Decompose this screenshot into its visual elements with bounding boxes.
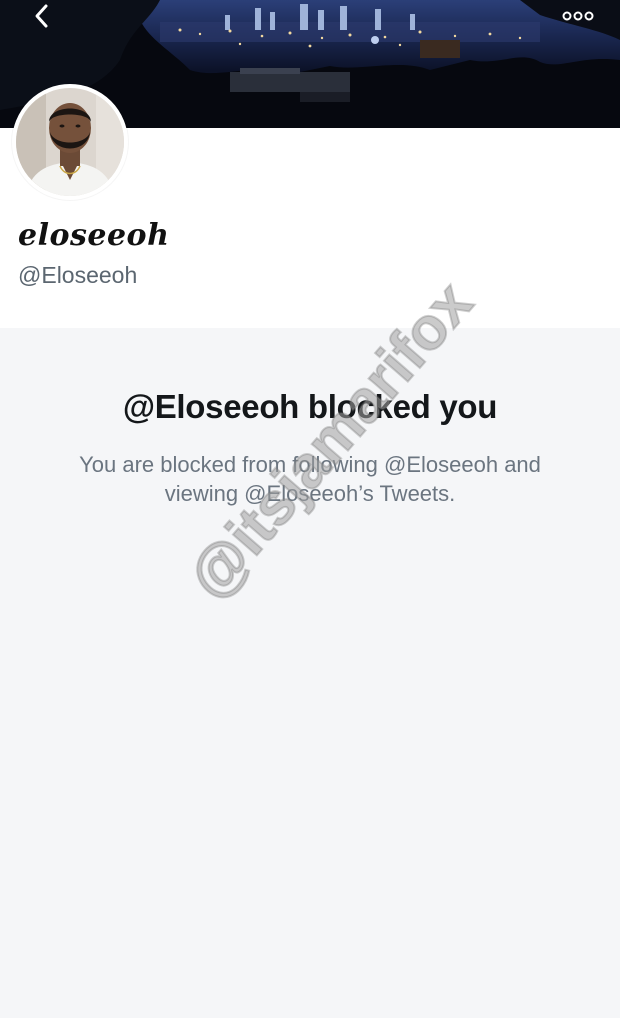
blocked-description-line-1: You are blocked from following @Eloseeoh… [79,452,541,477]
chevron-left-icon [35,4,48,28]
username-handle: @Eloseeoh [18,262,138,288]
blocked-title: @Eloseeoh blocked you [122,388,498,425]
avatar[interactable] [12,84,128,200]
profile-photo [16,88,124,196]
more-options-button[interactable] [562,2,594,30]
blocked-description: You are blocked from following @Eloseeoh… [40,450,580,508]
blocked-notice: @Eloseeoh blocked you You are blocked fr… [0,328,620,1018]
blocked-description-line-2: viewing @Eloseeoh’s Tweets. [164,481,456,506]
more-horizontal-icon [562,11,594,21]
back-button[interactable] [28,2,56,30]
display-name: eloseeoh [18,218,170,253]
